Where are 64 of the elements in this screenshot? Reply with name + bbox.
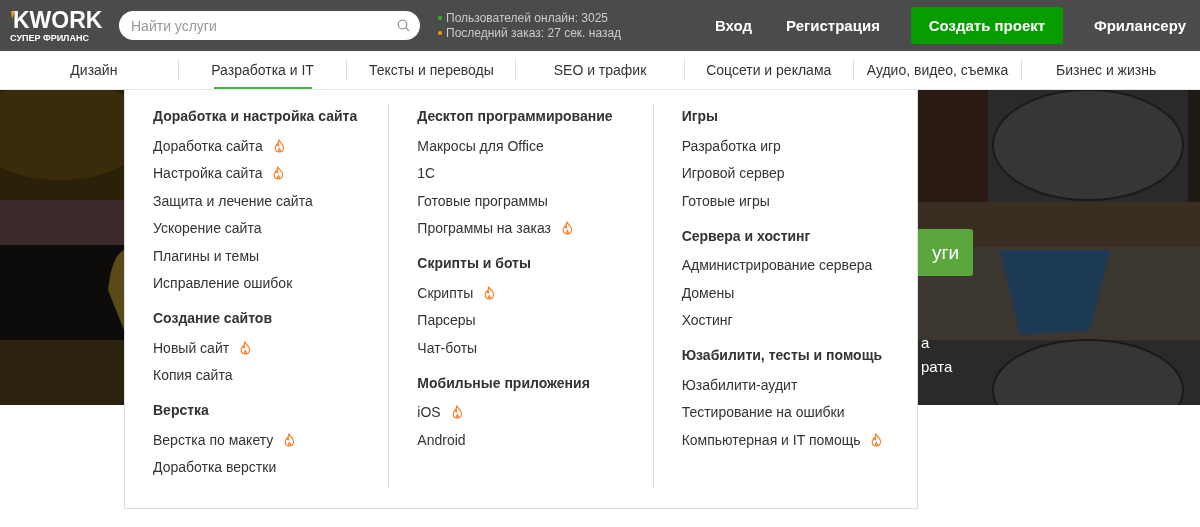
logo-tagline: СУПЕР ФРИЛАНС [10, 32, 90, 44]
menu-item[interactable]: Чат-боты [417, 334, 643, 362]
category-tab[interactable]: Бизнес и жизнь [1022, 51, 1191, 89]
flame-icon [284, 432, 296, 447]
stat-text: Пользователей онлайн: 3025 [446, 11, 608, 25]
menu-item[interactable]: Ускорение сайта [153, 214, 379, 242]
menu-item[interactable]: Разработка игр [681, 132, 907, 160]
group-heading: Игры [681, 107, 720, 126]
menu-item[interactable]: Копия сайта [153, 361, 379, 389]
hero-text: рата [921, 358, 953, 375]
category-tab[interactable]: Разработка и IT [178, 51, 347, 89]
group-heading: Скрипты и боты [417, 254, 532, 273]
menu-item[interactable]: 1С [417, 159, 643, 187]
menu-item[interactable]: iOS [417, 398, 643, 426]
menu-item[interactable]: Тестирование на ошибки [681, 398, 907, 426]
menu-item[interactable]: Настройка сайта [153, 159, 379, 187]
group-heading: Создание сайтов [153, 309, 274, 328]
tick-icon [10, 10, 15, 19]
group-heading: Десктоп программирование [417, 107, 614, 126]
group-heading: Мобильные приложения [417, 373, 591, 393]
menu-item[interactable]: Программы на заказ [417, 214, 643, 242]
flame-icon [451, 405, 463, 420]
menu-item[interactable]: Доработка сайта [153, 132, 379, 160]
group-heading: Верстка [153, 401, 210, 420]
hero-text: а [921, 334, 930, 351]
menu-item[interactable]: Защита и лечение сайта [153, 187, 379, 215]
menu-item[interactable]: Готовые игры [681, 187, 907, 215]
flame-icon [871, 432, 883, 447]
flame-icon [273, 138, 285, 153]
freelancer-link[interactable]: Фрилансеру [1093, 17, 1186, 34]
search-field[interactable]: Найти услуги [119, 11, 420, 40]
group-heading: Юзабилити, тесты и помощь [681, 346, 884, 365]
menu-item[interactable]: Плагины и темы [153, 242, 379, 270]
category-tab[interactable]: SEO и трафик [516, 51, 684, 89]
menu-item[interactable]: Юзабилити-аудит [681, 371, 907, 399]
menu-item[interactable]: Верстка по макету [153, 426, 379, 454]
menu-item[interactable]: Доработка верстки [153, 453, 379, 481]
flame-icon [484, 285, 496, 300]
group-heading: Сервера и хостинг [681, 226, 812, 246]
create-project-button[interactable]: Создать проект [910, 7, 1063, 44]
menu-item[interactable]: Скрипты [417, 279, 643, 307]
group-heading: Доработка и настройка сайта [153, 107, 359, 126]
flame-icon [240, 340, 252, 355]
menu-item[interactable]: Макросы для Office [417, 132, 643, 160]
header-link[interactable]: Регистрация [786, 17, 880, 34]
menu-item[interactable]: Игровой сервер [681, 159, 907, 187]
menu-item[interactable]: Парсеры [417, 306, 643, 334]
category-tab[interactable]: Тексты и переводы [347, 51, 516, 89]
menu-item[interactable]: Исправление ошибок [153, 269, 379, 297]
stat-text: Последний заказ: 27 сек. назад [446, 26, 622, 40]
header-link[interactable]: Вход [714, 17, 753, 34]
search-icon[interactable] [397, 19, 410, 32]
menu-item[interactable]: Новый сайт [153, 334, 379, 362]
menu-item[interactable]: Хостинг [681, 306, 907, 334]
flame-icon [561, 221, 573, 236]
category-tab[interactable]: Дизайн [10, 51, 178, 89]
menu-item[interactable]: Готовые программы [417, 187, 643, 215]
category-tab[interactable]: Аудио, видео, съемка [853, 51, 1022, 89]
menu-item[interactable]: Компьютерная и IT помощь [681, 426, 907, 454]
flame-icon [273, 166, 285, 181]
menu-item[interactable]: Домены [681, 279, 907, 307]
logo[interactable]: KWORK [10, 7, 110, 32]
menu-item[interactable]: Android [417, 426, 643, 454]
category-tab[interactable]: Соцсети и реклама [684, 51, 853, 89]
